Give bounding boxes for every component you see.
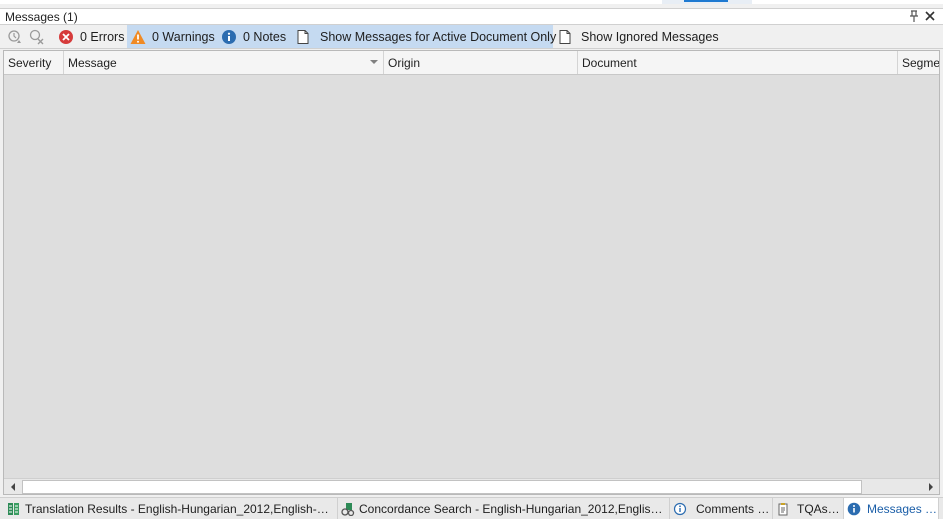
scroll-right-button[interactable] [922,479,939,494]
panel-title: Messages (1) [5,10,78,24]
column-header-label: Document [582,56,637,70]
show-ignored-messages-toggle[interactable]: Show Ignored Messages [553,25,719,48]
column-header-document[interactable]: Document [578,51,898,74]
document-icon [295,29,311,45]
clear-messages-icon [29,29,45,45]
tab-label: Concordance Search - English-Hungarian_2… [359,501,669,516]
info-icon [847,502,861,516]
errors-filter-button[interactable]: 0 Errors [56,25,124,48]
top-strip [0,0,943,4]
active-document-only-toggle[interactable]: Show Messages for Active Document Only [291,25,557,48]
info-icon [221,29,237,45]
scroll-left-button[interactable] [4,479,21,494]
messages-toolbar: 0 Errors 0 Warnings 0 Notes Show Message… [0,25,943,49]
errors-label: 0 Errors [80,29,125,44]
messages-grid: Severity Message Origin Document Segmen [3,50,940,495]
column-header-message[interactable]: Message [64,51,384,74]
column-header-severity[interactable]: Severity [4,51,64,74]
tab-concordance-search[interactable]: Concordance Search - English-Hungarian_2… [338,498,670,519]
sort-arrow-icon [370,60,378,64]
tab-label: Messages (1) [867,501,938,516]
comment-info-icon [673,502,687,516]
previous-message-button[interactable] [7,25,25,48]
chevron-right-icon [928,483,933,491]
column-header-label: Origin [388,56,421,70]
column-header-label: Severity [8,56,52,70]
clear-messages-button[interactable] [29,25,47,48]
translation-results-icon [7,502,21,516]
notes-label: 0 Notes [243,29,287,44]
chevron-left-icon [10,483,15,491]
show-ignored-messages-label: Show Ignored Messages [581,29,719,44]
error-icon [58,29,74,45]
warning-icon [130,29,146,45]
bottom-tab-strip: Translation Results - English-Hungarian_… [0,497,943,519]
active-document-only-label: Show Messages for Active Document Only [320,29,557,44]
column-header-segment[interactable]: Segmen [898,51,940,74]
previous-message-icon [7,29,23,45]
tab-tqas[interactable]: TQAs (0) [773,498,844,519]
tab-label: Translation Results - English-Hungarian_… [25,501,337,516]
tab-messages[interactable]: Messages (1) [844,498,939,519]
tab-comments[interactable]: Comments (12) [670,498,773,519]
panel-title-bar: Messages (1) [0,8,943,25]
close-icon[interactable] [923,9,937,24]
horizontal-scrollbar[interactable] [4,478,939,494]
grid-header: Severity Message Origin Document Segmen [4,51,939,75]
concordance-search-icon [341,502,355,516]
scrollbar-thumb[interactable] [22,480,862,494]
tqa-clipboard-icon [776,502,790,516]
notes-filter-button[interactable]: 0 Notes [218,25,291,48]
warnings-filter-button[interactable]: 0 Warnings [127,25,218,48]
column-header-label: Segmen [902,56,940,70]
document-icon [557,29,573,45]
tab-translation-results[interactable]: Translation Results - English-Hungarian_… [4,498,338,519]
tab-label: Comments (12) [696,501,772,516]
tab-label: TQAs (0) [797,501,843,516]
column-header-origin[interactable]: Origin [384,51,578,74]
top-tab-indicator [684,0,728,2]
warnings-label: 0 Warnings [152,29,215,44]
pin-icon[interactable] [907,9,921,24]
column-header-label: Message [68,56,117,70]
